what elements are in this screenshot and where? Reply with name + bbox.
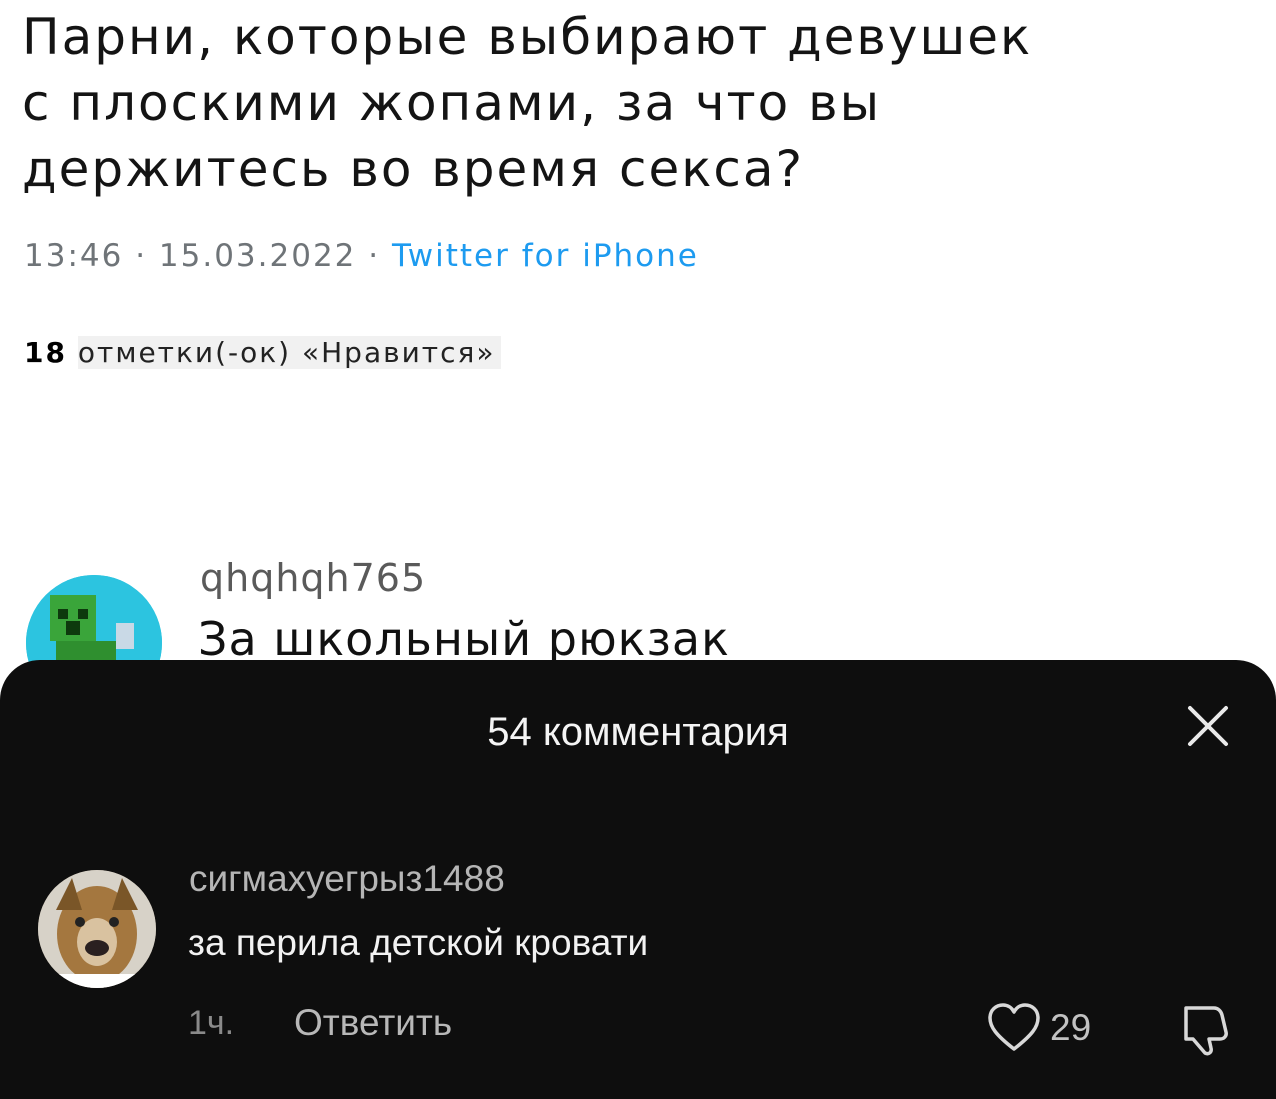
close-button[interactable] (1180, 698, 1236, 754)
meta-separator: · (356, 238, 392, 274)
comments-sheet: 54 комментария сигмахуегрыз1488 за перил… (0, 660, 1276, 1099)
likes-line[interactable]: 18 отметки(-ок) «Нравится» (24, 336, 502, 369)
close-icon (1188, 706, 1228, 746)
tweet-meta: 13:46 · 15.03.2022 · Twitter for iPhone (24, 238, 699, 274)
heart-icon (988, 1003, 1040, 1051)
comment-text: За школьный рюкзак (198, 612, 730, 666)
dog-avatar-icon (38, 870, 156, 988)
comment-username[interactable]: qhqhqh765 (200, 556, 426, 600)
tweet-text: Парни, которые выбирают девушек с плоски… (22, 4, 1252, 202)
tweet-source-link[interactable]: Twitter for iPhone (392, 238, 699, 274)
likes-label: отметки(-ок) «Нравится» (77, 336, 502, 369)
tweet-line: держитесь во время секса? (22, 140, 805, 198)
avatar[interactable] (38, 870, 156, 988)
comment-text: за перила детской кровати (188, 922, 649, 963)
comment-username[interactable]: сигмахуегрыз1488 (189, 858, 505, 900)
thumbs-down-icon (1184, 1006, 1228, 1056)
like-button[interactable]: 29 (986, 1000, 1091, 1056)
tweet-line: Парни, которые выбирают девушек (22, 8, 1033, 66)
tweet-time: 13:46 (24, 238, 124, 274)
tweet-line: с плоскими жопами, за что вы (22, 74, 882, 132)
likes-count: 18 (24, 336, 67, 369)
dislike-button[interactable] (1176, 1002, 1236, 1058)
meta-separator: · (123, 238, 159, 274)
like-count: 29 (1050, 1007, 1092, 1048)
comments-title: 54 комментария (487, 710, 789, 754)
reply-button[interactable]: Ответить (294, 1002, 452, 1044)
tweet-date: 15.03.2022 (158, 238, 357, 274)
comment-time: 1ч. (188, 1004, 235, 1042)
